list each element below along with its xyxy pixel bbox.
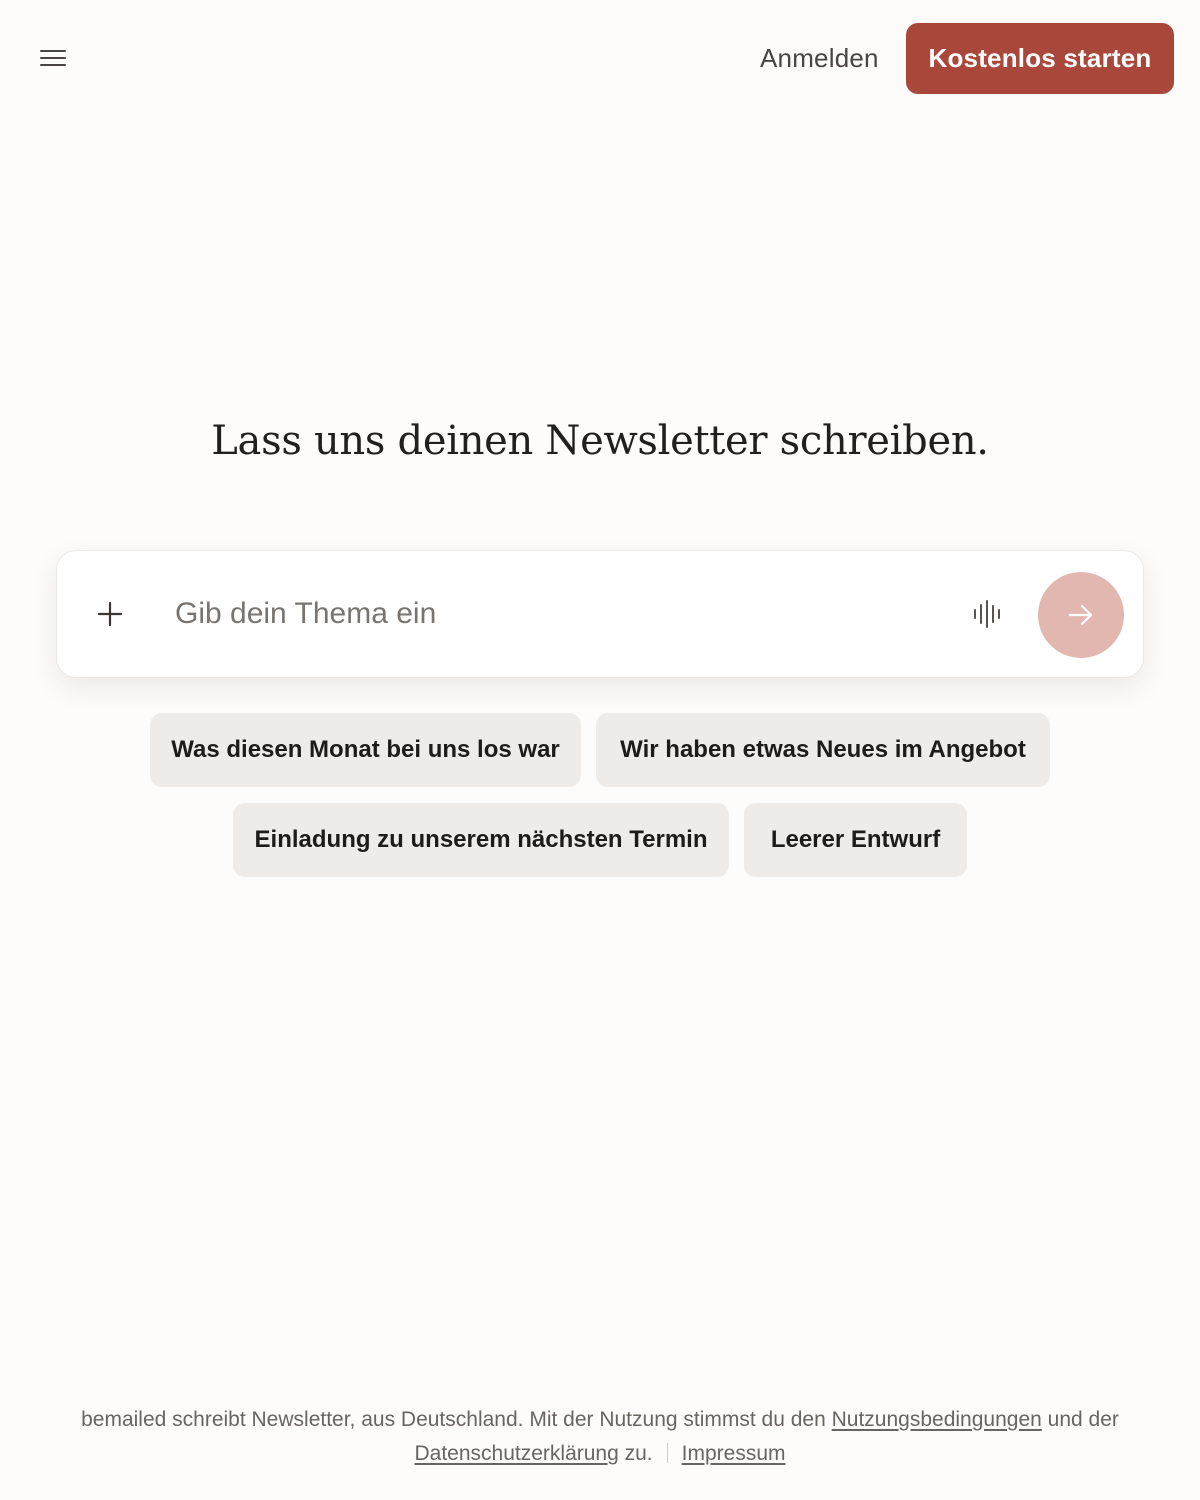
privacy-link[interactable]: Datenschutzerklärung bbox=[415, 1442, 619, 1465]
voice-input-button[interactable] bbox=[965, 591, 1011, 637]
start-free-button[interactable]: Kostenlos starten bbox=[906, 23, 1174, 94]
topic-prompt-box bbox=[56, 550, 1144, 678]
footer-separator bbox=[666, 1443, 668, 1463]
arrow-right-icon bbox=[1068, 604, 1093, 626]
send-button[interactable] bbox=[1038, 572, 1124, 658]
footer-text-2: und der bbox=[1047, 1408, 1119, 1431]
suggestion-chip-event-invite[interactable]: Einladung zu unserem nächsten Termin bbox=[233, 803, 729, 877]
footer-line-1: bemailed schreibt Newsletter, aus Deutsc… bbox=[0, 1403, 1200, 1437]
menu-icon bbox=[40, 50, 66, 66]
footer-line-2: Datenschutzerklärung zu. Impressum bbox=[0, 1437, 1200, 1471]
suggestion-chip-new-offer[interactable]: Wir haben etwas Neues im Angebot bbox=[596, 713, 1050, 787]
menu-button[interactable] bbox=[28, 38, 78, 78]
login-link[interactable]: Anmelden bbox=[760, 38, 879, 78]
page-title: Lass uns deinen Newsletter schreiben. bbox=[211, 418, 989, 464]
terms-link[interactable]: Nutzungsbedingungen bbox=[832, 1408, 1042, 1431]
suggestion-chip-blank-draft[interactable]: Leerer Entwurf bbox=[744, 803, 967, 877]
suggestion-chip-monthly-recap[interactable]: Was diesen Monat bei uns los war bbox=[150, 713, 581, 787]
footer-text-1: bemailed schreibt Newsletter, aus Deutsc… bbox=[81, 1408, 826, 1431]
imprint-link[interactable]: Impressum bbox=[682, 1442, 786, 1465]
add-attachment-button[interactable] bbox=[87, 591, 133, 637]
footer: bemailed schreibt Newsletter, aus Deutsc… bbox=[0, 1403, 1200, 1471]
page: Anmelden Kostenlos starten Lass uns dein… bbox=[0, 0, 1200, 1500]
topic-input[interactable] bbox=[175, 585, 935, 643]
footer-text-3: zu. bbox=[624, 1442, 653, 1465]
plus-icon bbox=[97, 601, 123, 627]
voice-waveform-icon bbox=[974, 600, 1000, 628]
